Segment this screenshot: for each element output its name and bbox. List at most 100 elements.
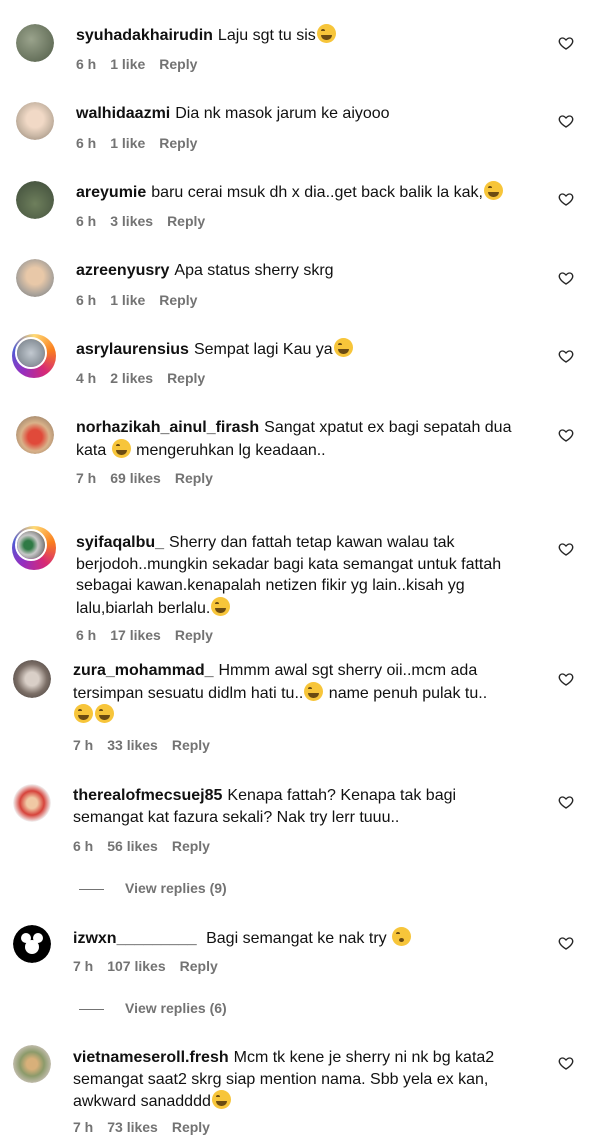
comment-text: Dia nk masok jarum ke aiyooo [175,105,390,122]
comment-time: 4 h [76,370,97,386]
reply-button[interactable]: Reply [175,470,213,486]
avatar[interactable] [16,24,54,62]
avatar-story-ring[interactable] [12,526,56,570]
heart-outline-icon[interactable] [558,1055,574,1071]
like-count[interactable]: 3 likes [110,213,153,229]
comment-username[interactable]: azreenyusry [76,262,169,279]
comment-meta: 6 h 17 likes Reply [76,627,227,643]
comment-time: 7 h [76,470,97,486]
comment-text: Laju sgt tu sis [217,27,316,44]
heart-outline-icon[interactable] [558,113,574,129]
comment-meta: 6 h 56 likes Reply [73,838,224,854]
reply-button[interactable]: Reply [167,213,205,229]
avatar[interactable] [13,660,51,698]
reply-button[interactable]: Reply [172,1119,210,1135]
like-count[interactable]: 1 like [110,56,145,72]
heart-outline-icon[interactable] [558,35,574,51]
avatar[interactable] [16,259,54,297]
comment-meta: 7 h 33 likes Reply [73,737,224,753]
avatar[interactable] [16,181,54,219]
avatar-story-ring[interactable] [12,334,56,378]
comment-username[interactable]: syuhadakhairudin [76,27,213,44]
like-count[interactable]: 17 likes [110,627,161,643]
comment-meta: 4 h 2 likes Reply [76,370,219,386]
divider-line [79,888,104,890]
view-replies-button[interactable]: View replies (6) [79,1000,227,1016]
avatar[interactable] [16,102,54,140]
like-count[interactable]: 73 likes [107,1119,158,1135]
like-count[interactable]: 2 likes [110,370,153,386]
comment-username[interactable]: walhidaazmi [76,105,170,122]
comment-meta: 6 h 1 like Reply [76,292,211,308]
comment-time: 6 h [76,627,97,643]
reply-button[interactable]: Reply [159,292,197,308]
reply-button[interactable]: Reply [172,737,210,753]
kissing-face-emoji-icon [392,927,412,946]
comment-time: 6 h [76,56,97,72]
view-replies-button[interactable]: View replies (9) [79,880,227,896]
like-count[interactable]: 33 likes [107,737,158,753]
tears-of-joy-emoji-icon [483,181,503,200]
comment-text: Apa status sherry skrg [174,262,334,279]
comment-text: Sempat lagi Kau ya [193,341,333,358]
comment-time: 6 h [76,213,97,229]
heart-outline-icon[interactable] [558,935,574,951]
tears-of-joy-emoji-icon [333,338,353,357]
comment-username[interactable]: norhazikah_ainul_firash [76,419,259,436]
comment-meta: 7 h 107 likes Reply [73,958,232,974]
tears-of-joy-emoji-icon [95,704,114,723]
reply-button[interactable]: Reply [159,135,197,151]
comment-username[interactable]: areyumie [76,184,146,201]
heart-outline-icon[interactable] [558,541,574,557]
mickey-logo-icon [21,933,43,954]
tears-of-joy-emoji-icon [111,438,131,458]
reply-button[interactable]: Reply [175,627,213,643]
tears-of-joy-emoji-icon [316,24,336,43]
view-replies-label: View replies (9) [125,880,227,896]
comment-meta: 6 h 3 likes Reply [76,213,219,229]
comment-time: 6 h [76,292,97,308]
tears-of-joy-emoji-icon [211,596,231,616]
reply-button[interactable]: Reply [167,370,205,386]
comment-username[interactable]: therealofmecsuej85 [73,787,222,804]
heart-outline-icon[interactable] [558,427,574,443]
tears-of-joy-emoji-icon [211,1090,231,1109]
avatar[interactable] [13,925,51,963]
comment-text: Bagi semangat ke nak try [206,930,387,947]
comment-time: 6 h [76,135,97,151]
comment-time: 7 h [73,958,94,974]
heart-outline-icon[interactable] [558,270,574,286]
like-count[interactable]: 107 likes [107,958,165,974]
heart-outline-icon[interactable] [558,794,574,810]
like-count[interactable]: 1 like [110,135,145,151]
comment-time: 6 h [73,838,94,854]
tears-of-joy-emoji-icon [304,681,324,701]
divider-line [79,1008,104,1010]
comment-time: 7 h [73,737,94,753]
like-count[interactable]: 56 likes [107,838,158,854]
avatar[interactable] [13,784,51,822]
reply-button[interactable]: Reply [180,958,218,974]
comment-meta: 7 h 73 likes Reply [73,1119,224,1135]
heart-outline-icon[interactable] [558,191,574,207]
comment-meta: 6 h 1 like Reply [76,56,211,72]
comment-username[interactable]: asrylaurensius [76,341,189,358]
avatar[interactable] [13,1045,51,1083]
avatar[interactable] [16,416,54,454]
comment-username[interactable]: vietnameseroll.fresh [73,1049,229,1066]
comment-username[interactable]: zura_mohammad_ [73,662,214,679]
comment-text: baru cerai msuk dh x dia..get back balik… [151,184,483,201]
like-count[interactable]: 1 like [110,292,145,308]
reply-button[interactable]: Reply [172,838,210,854]
comment-text-continued: name penuh pulak tu.. [328,684,488,702]
like-count[interactable]: 69 likes [110,470,161,486]
comment-meta: 7 h 69 likes Reply [76,470,227,486]
comment-username[interactable]: izwxn_________ [73,930,197,947]
comment-meta: 6 h 1 like Reply [76,135,211,151]
comment-time: 7 h [73,1119,94,1135]
comment-username[interactable]: syifaqalbu_ [76,534,164,551]
reply-button[interactable]: Reply [159,56,197,72]
heart-outline-icon[interactable] [558,348,574,364]
view-replies-label: View replies (6) [125,1000,227,1016]
heart-outline-icon[interactable] [558,671,574,687]
